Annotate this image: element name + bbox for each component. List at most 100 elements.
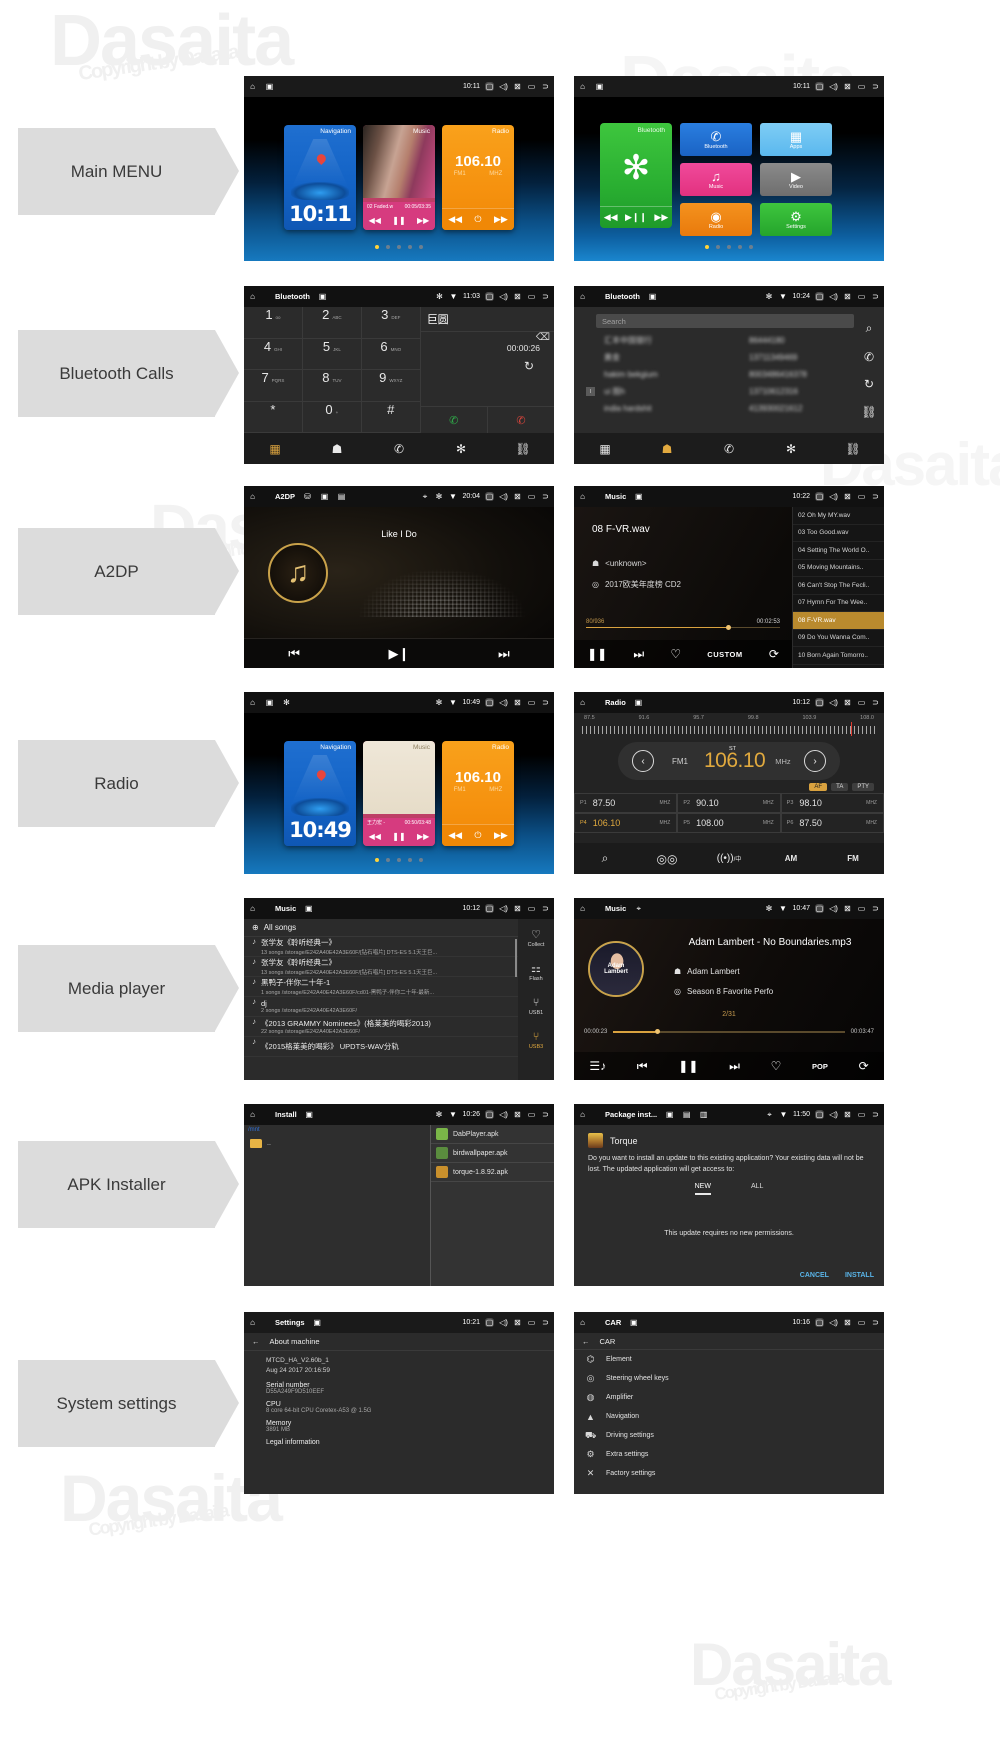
- key-6[interactable]: 6 MNO: [361, 338, 421, 370]
- item-heading[interactable]: CPU: [266, 1401, 554, 1408]
- volume-icon[interactable]: ◁): [499, 492, 508, 501]
- back-icon[interactable]: ⊃: [871, 492, 880, 501]
- home-icon[interactable]: ⌂: [248, 1318, 257, 1327]
- next-icon[interactable]: ▶▶: [654, 212, 668, 223]
- back-icon[interactable]: ⊃: [871, 1110, 880, 1119]
- camera-icon[interactable]: ▢: [815, 1110, 824, 1119]
- list-item[interactable]: ♪ 张学友《聆听经典一》 13 songs /storage/E242A40E4…: [244, 937, 518, 957]
- recent-icon[interactable]: ▭: [527, 904, 536, 913]
- app-button-bluetooth[interactable]: ✆ Bluetooth: [680, 123, 752, 156]
- eq-mode-button[interactable]: POP: [812, 1062, 828, 1071]
- repeat-icon[interactable]: ⟳: [859, 1059, 869, 1073]
- key-hash[interactable]: #: [361, 401, 421, 433]
- repeat-icon[interactable]: ⟳: [769, 647, 779, 661]
- list-item-selected[interactable]: 08 F-VR.wav: [793, 612, 884, 630]
- close-icon[interactable]: ⊠: [843, 904, 852, 913]
- call-icon[interactable]: ✆: [864, 350, 874, 364]
- recent-icon[interactable]: ▭: [857, 1318, 866, 1327]
- tile-music[interactable]: Music 02 Faded.w 00:05/03:35 ◀◀ ❚❚ ▶▶: [363, 125, 435, 230]
- close-icon[interactable]: ⊠: [843, 82, 852, 91]
- key-5[interactable]: 5 JKL: [302, 338, 362, 370]
- next-icon[interactable]: ▶▶: [494, 830, 508, 841]
- home-icon[interactable]: ⌂: [578, 1318, 587, 1327]
- back-icon[interactable]: ⊃: [871, 904, 880, 913]
- gallery-icon[interactable]: ▣: [318, 292, 327, 301]
- home-icon[interactable]: ⌂: [248, 904, 257, 913]
- key-1[interactable]: 1 oo: [244, 307, 303, 339]
- list-item[interactable]: ♪ 《2015格莱美的喝彩》 UPDTS-WAV分轨: [244, 1037, 518, 1057]
- prev-icon[interactable]: ◀◀: [604, 212, 618, 223]
- tile-navigation[interactable]: Navigation 10:11: [284, 125, 356, 230]
- page-dot[interactable]: [419, 858, 423, 862]
- ta-badge[interactable]: TA: [831, 783, 849, 791]
- list-item[interactable]: 04 Setting The World O..: [793, 542, 884, 560]
- close-icon[interactable]: ⊠: [513, 82, 522, 91]
- volume-icon[interactable]: ◁): [829, 492, 838, 501]
- recent-icon[interactable]: ▭: [857, 82, 866, 91]
- contact-row[interactable]: hakim bekgium 8003486416378: [574, 366, 884, 383]
- hangup-button[interactable]: ✆: [486, 407, 554, 433]
- list-item[interactable]: 03 Too Good.wav: [793, 525, 884, 542]
- preset-p5[interactable]: P5 108.00 MHZ: [677, 813, 781, 833]
- recent-icon[interactable]: ▭: [857, 1110, 866, 1119]
- volume-icon[interactable]: ◁): [829, 292, 838, 301]
- prev-icon[interactable]: ◀◀: [369, 832, 381, 841]
- tile-radio[interactable]: Radio 106.10 FM1 MHZ ◀◀ ⏻ ▶▶: [442, 125, 514, 230]
- volume-icon[interactable]: ◁): [499, 1110, 508, 1119]
- favorite-icon[interactable]: ♡: [670, 647, 681, 661]
- gallery-icon[interactable]: ▣: [265, 698, 274, 707]
- volume-icon[interactable]: ◁): [829, 1318, 838, 1327]
- car-row-steering[interactable]: ◎ Steering wheel keys: [574, 1369, 884, 1388]
- camera-icon[interactable]: ▢: [485, 1110, 494, 1119]
- back-icon[interactable]: ⊃: [541, 698, 550, 707]
- car-row-factory[interactable]: ✕ Factory settings: [574, 1464, 884, 1483]
- next-icon[interactable]: ▶▶: [417, 832, 429, 841]
- car-row-navigation[interactable]: ▲ Navigation: [574, 1407, 884, 1426]
- key-4[interactable]: 4 GHI: [244, 338, 303, 370]
- search-input[interactable]: Search: [596, 314, 854, 328]
- key-7[interactable]: 7 PQRS: [244, 370, 303, 402]
- next-icon[interactable]: ⏭: [498, 646, 510, 662]
- tile-navigation[interactable]: Navigation 10:49: [284, 741, 356, 846]
- list-item[interactable]: ♪ 黑鸭子-伴你二十年-1 1 songs /storage/E242A40E4…: [244, 977, 518, 997]
- recent-icon[interactable]: ▭: [857, 698, 866, 707]
- page-dot[interactable]: [749, 245, 753, 249]
- key-star[interactable]: *: [244, 401, 303, 433]
- home-icon[interactable]: ⌂: [578, 1110, 587, 1119]
- camera-icon[interactable]: ▢: [815, 1318, 824, 1327]
- page-dot[interactable]: [705, 245, 709, 249]
- call-button[interactable]: ✆: [421, 407, 487, 433]
- power-icon[interactable]: ⏻: [474, 214, 481, 225]
- home-icon[interactable]: ⌂: [248, 1110, 257, 1119]
- device-icon[interactable]: ⛓: [861, 405, 876, 419]
- tab-new[interactable]: NEW: [694, 1183, 711, 1195]
- back-icon[interactable]: ⊃: [871, 1318, 880, 1327]
- contact-row[interactable]: india hardshit 413930021612: [574, 400, 884, 417]
- contact-row[interactable]: 汇丰中国银行 86444180: [574, 332, 884, 349]
- close-icon[interactable]: ⊠: [513, 1318, 522, 1327]
- backspace-icon[interactable]: ⌫: [536, 332, 550, 343]
- nav-bluetooth[interactable]: ✻: [430, 442, 492, 456]
- close-icon[interactable]: ⊠: [843, 1110, 852, 1119]
- volume-icon[interactable]: ◁): [829, 904, 838, 913]
- tile-bluetooth-large[interactable]: Bluetooth ✻ ◀◀ ▶❙❙ ▶▶: [600, 123, 672, 228]
- fm-button[interactable]: FM: [822, 854, 884, 863]
- back-icon[interactable]: ⊃: [541, 82, 550, 91]
- gallery-icon[interactable]: ▣: [634, 492, 643, 501]
- nav-contacts[interactable]: ☗: [636, 442, 698, 456]
- close-icon[interactable]: ⊠: [513, 292, 522, 301]
- key-9[interactable]: 9 WXYZ: [361, 370, 421, 402]
- camera-icon[interactable]: ▢: [485, 1318, 494, 1327]
- back-arrow-icon[interactable]: ←: [582, 1337, 590, 1346]
- cancel-button[interactable]: CANCEL: [800, 1272, 829, 1279]
- item-heading[interactable]: Serial number: [266, 1382, 554, 1389]
- prev-icon[interactable]: ⏮: [637, 1059, 648, 1074]
- playlist[interactable]: 02 Oh My MY.wav 03 Too Good.wav 04 Setti…: [792, 507, 884, 668]
- nav-contacts[interactable]: ☗: [306, 442, 368, 456]
- app-button-radio[interactable]: ◉ Radio: [680, 203, 752, 236]
- install-button[interactable]: INSTALL: [845, 1272, 874, 1279]
- am-button[interactable]: AM: [760, 854, 822, 863]
- home-icon[interactable]: ⌂: [578, 492, 587, 501]
- preset-p1[interactable]: P1 87.50 MHZ: [574, 793, 678, 813]
- home-icon[interactable]: ⌂: [578, 904, 587, 913]
